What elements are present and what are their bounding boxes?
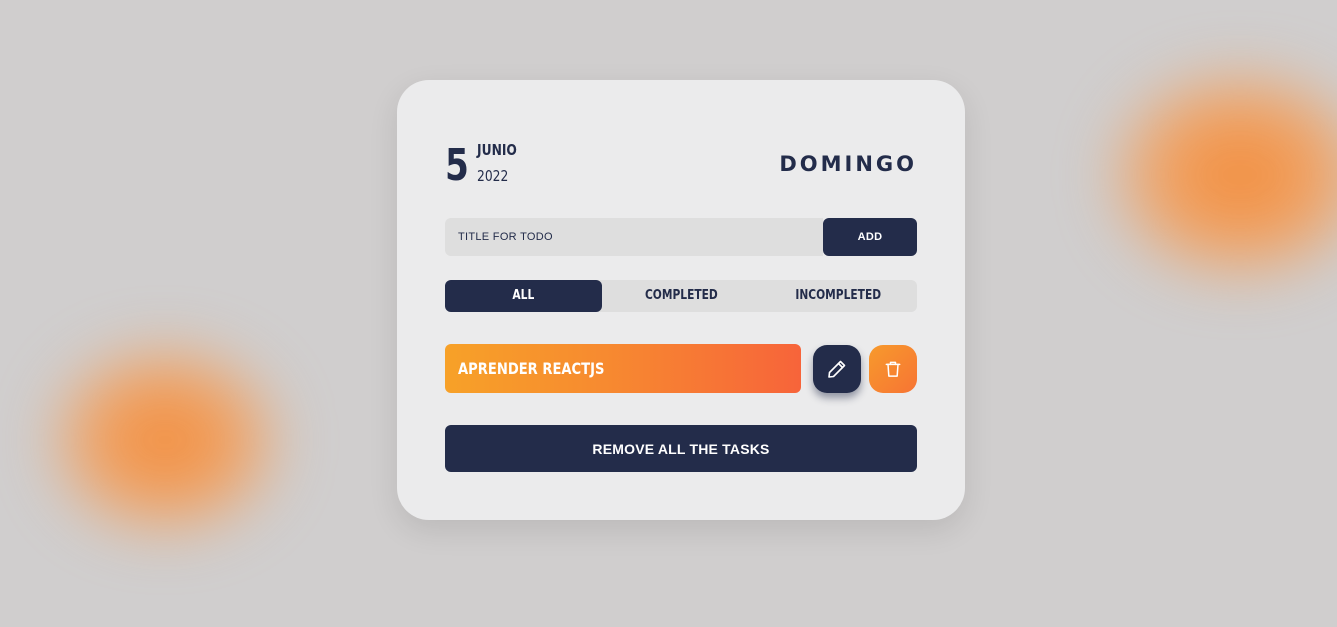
date-weekday: DOMINGO — [779, 152, 917, 176]
trash-icon — [885, 361, 901, 377]
task-title: APRENDER REACTJS — [458, 359, 605, 378]
date-month: JUNIO — [477, 141, 517, 159]
date-day: 5 — [445, 140, 469, 191]
add-button[interactable]: ADD — [823, 218, 917, 256]
date-year: 2022 — [477, 167, 509, 185]
delete-task-button[interactable] — [869, 345, 917, 393]
task-item[interactable]: APRENDER REACTJS — [445, 344, 801, 393]
tab-incompleted[interactable]: INCOMPLETED — [760, 280, 917, 312]
tab-all[interactable]: ALL — [445, 280, 602, 312]
todo-title-input[interactable] — [445, 218, 823, 256]
tab-completed[interactable]: COMPLETED — [602, 280, 760, 312]
tab-all-label: ALL — [512, 288, 535, 303]
filter-tabs: ALL COMPLETED INCOMPLETED — [445, 280, 917, 312]
background-blob-left — [50, 345, 280, 535]
remove-all-button[interactable]: REMOVE ALL THE TASKS — [445, 425, 917, 472]
tab-completed-label: COMPLETED — [644, 288, 718, 303]
background-blob-right — [1110, 70, 1337, 280]
tab-incompleted-label: INCOMPLETED — [795, 288, 882, 303]
pencil-icon — [828, 360, 846, 378]
todo-card: 5 JUNIO 2022 DOMINGO ADD ALL COMPLETED I… — [397, 80, 965, 520]
edit-task-button[interactable] — [813, 345, 861, 393]
